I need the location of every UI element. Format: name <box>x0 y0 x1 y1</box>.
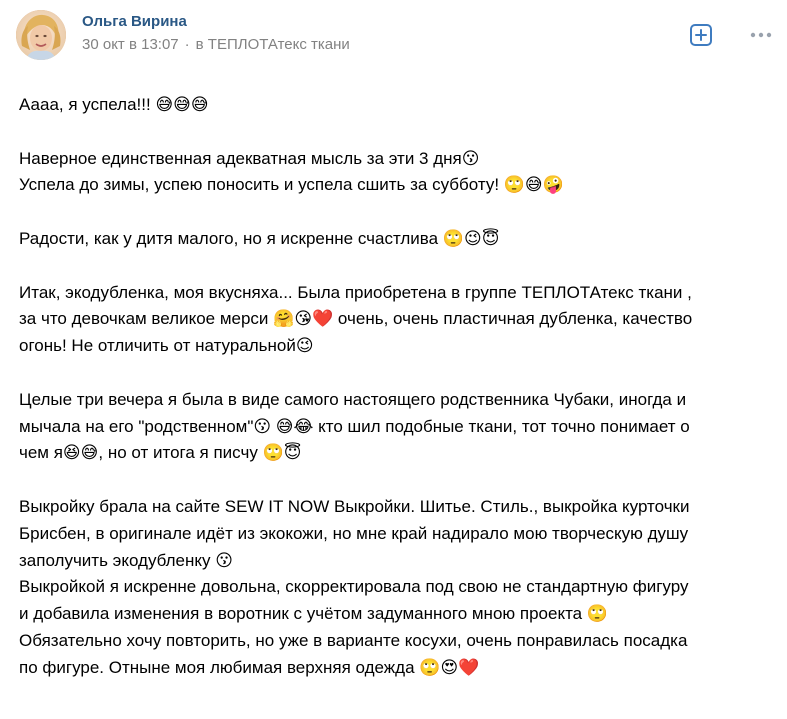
post-line: Брисбен, в оригинале идёт из экокожи, но… <box>19 523 689 543</box>
author-name[interactable]: Ольга Вирина <box>82 13 187 30</box>
post-meta: 30 окт в 13:07 · в ТЕПЛОТАтекс ткани <box>82 36 350 53</box>
post-blank-line <box>19 119 779 146</box>
more-horizontal-icon-glyph <box>750 32 772 38</box>
post-line: Аааа, я успела!!! 😅😅😅 <box>19 95 209 114</box>
post-line: Радости, как у дитя малого, но я искренн… <box>19 228 500 248</box>
post-group[interactable]: в ТЕПЛОТАтекс ткани <box>196 36 350 53</box>
avatar-photo <box>16 10 66 60</box>
post-line: Итак, экодубленка, моя вкусняха... Была … <box>19 282 692 302</box>
post-line: чем я😆😅, но от итога я писчу 🙄😇 <box>19 443 302 463</box>
post-line: Выкройку брала на сайте SEW IT NOW Выкро… <box>19 496 690 516</box>
post-date[interactable]: 30 окт в 13:07 <box>82 36 179 53</box>
post-blank-line <box>19 199 779 226</box>
post-line: мычала на его "родственном"😗 😅😂 кто шил … <box>19 416 690 436</box>
post-blank-line <box>19 253 779 280</box>
avatar[interactable] <box>16 10 66 60</box>
post-text: Аааа, я успела!!! 😅😅😅 Наверное единствен… <box>19 92 779 682</box>
post-blank-line <box>19 360 779 387</box>
post-header: Ольга Вирина 30 окт в 13:07 · в ТЕПЛОТАтек… <box>0 0 787 80</box>
post-line: Обязательно хочу повторить, но уже в вар… <box>19 630 688 650</box>
add-square-icon-glyph <box>690 24 712 46</box>
post-line: Выкройкой я искренне довольна, скорректи… <box>19 577 689 597</box>
add-square-icon[interactable] <box>689 23 713 47</box>
post-line: Успела до зимы, успею поносить и успела … <box>19 175 564 195</box>
more-horizontal-icon[interactable] <box>748 26 774 44</box>
post-line: по фигуре. Отныне моя любимая верхняя од… <box>19 657 480 677</box>
post-line: заполучить экодубленку 😗 <box>19 550 233 570</box>
post-blank-line <box>19 467 779 494</box>
meta-separator: · <box>184 36 190 53</box>
post-line: Целые три вечера я была в виде самого на… <box>19 389 687 409</box>
post-line: Наверное единственная адекватная мысль з… <box>19 148 480 168</box>
post-line: и добавила изменения в воротник с учётом… <box>19 604 609 624</box>
post-line: за что девочкам великое мерси 🤗😘❤️ очень… <box>19 309 693 329</box>
post-line: огонь! Не отличить от натуральной😉 <box>19 336 314 356</box>
